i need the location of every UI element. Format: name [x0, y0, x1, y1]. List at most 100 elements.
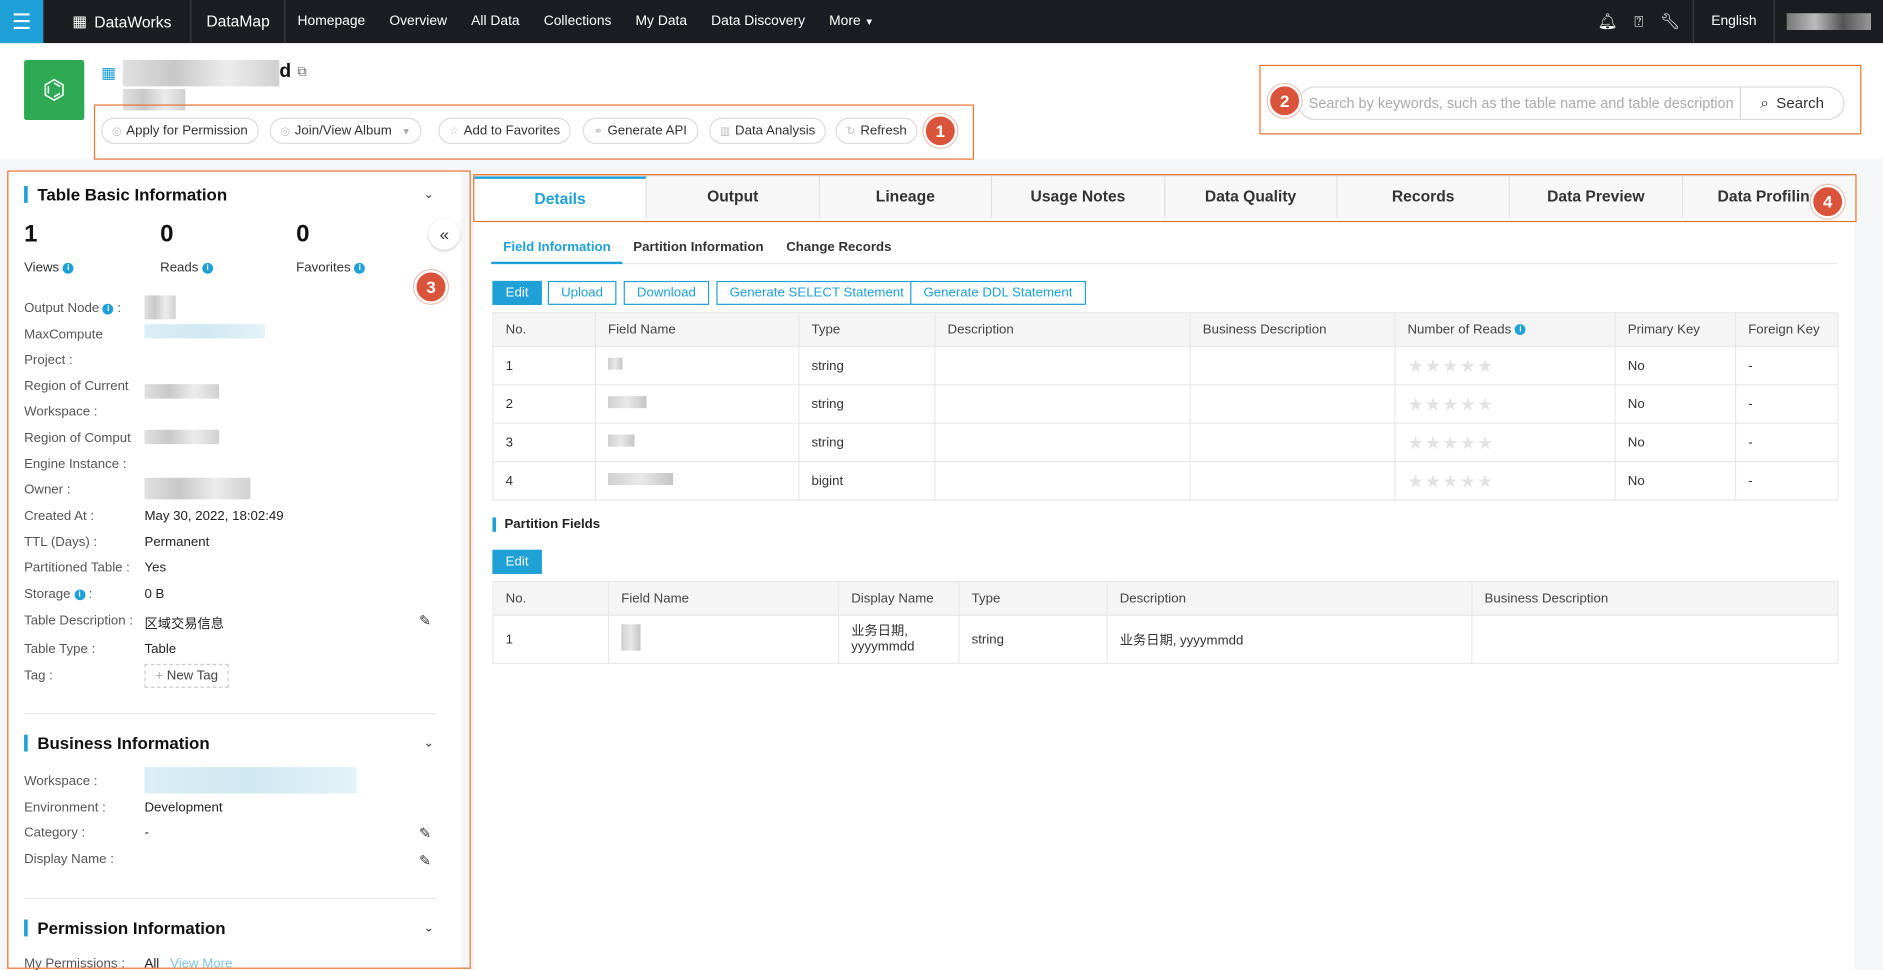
language-switch[interactable]: English [1693, 0, 1775, 44]
table-row[interactable]: 1 string ★★★★★ No - [492, 345, 1839, 386]
nav-my-data[interactable]: My Data [623, 0, 699, 43]
column-header: No. [492, 312, 596, 347]
field-name-cell [594, 460, 800, 501]
brand[interactable]: ▦ DataWorks [43, 0, 192, 44]
column-header: Business Description [1189, 312, 1396, 347]
business-description-cell [1471, 614, 1839, 664]
foreign-key-cell: - [1734, 384, 1839, 424]
subtab-underline [491, 262, 1838, 265]
reads-stars: ★★★★★ [1394, 384, 1616, 424]
type-cell: bigint [798, 460, 936, 501]
row-number: 2 [492, 384, 596, 424]
table-row[interactable]: 2 string ★★★★★ No - [492, 384, 1839, 424]
primary-key-cell: No [1614, 422, 1737, 463]
edit-fields-button[interactable]: Edit [492, 280, 542, 305]
column-header: Field Name [594, 312, 800, 347]
annotation-badge-4: 4 [1810, 184, 1845, 219]
upload-button[interactable]: Upload [547, 280, 617, 305]
highlight-box-tabs [473, 174, 1857, 223]
field-name-cell [608, 614, 840, 664]
column-header: Type [958, 581, 1108, 616]
field-name-blurred [608, 396, 647, 409]
row-number: 3 [492, 422, 596, 463]
field-name-blurred [621, 624, 641, 651]
nav-data-discovery[interactable]: Data Discovery [699, 0, 817, 43]
star-rating-icon: ★★★★★ [1407, 394, 1495, 415]
dataworks-logo-icon: ▦ [72, 12, 88, 31]
row-number: 1 [492, 614, 610, 664]
nav-more-label: More [829, 14, 861, 29]
reads-stars: ★★★★★ [1394, 460, 1616, 501]
foreign-key-cell: - [1734, 422, 1839, 463]
column-header: Foreign Key [1734, 312, 1839, 347]
table-name-blurred [122, 60, 280, 87]
details-content: Field Information Partition Information … [474, 218, 1855, 970]
primary-key-cell: No [1614, 345, 1737, 386]
primary-key-cell: No [1614, 460, 1737, 501]
subtab-field-information[interactable]: Field Information [491, 240, 623, 265]
description-cell [934, 345, 1191, 386]
wrench-icon[interactable]: 🔧︎ [1655, 12, 1686, 31]
star-rating-icon: ★★★★★ [1407, 355, 1495, 377]
display-name-cell: 业务日期, yyyymmdd [837, 614, 960, 664]
description-cell [934, 460, 1191, 501]
business-description-cell [1189, 422, 1396, 463]
type-cell: string [798, 345, 936, 386]
annotation-badge-3: 3 [414, 270, 448, 304]
table-row[interactable]: 4 bigint ★★★★★ No - [492, 460, 1839, 501]
help-icon[interactable]: ⍰ [1623, 12, 1654, 31]
table-grid-icon: ▦ [101, 63, 116, 82]
field-name-blurred [608, 434, 635, 447]
column-header: Field Name [608, 581, 840, 616]
highlight-box-actions [93, 104, 975, 160]
nav-more[interactable]: More ▼ [817, 0, 886, 43]
table-row[interactable]: 1 业务日期, yyyymmdd string 业务日期, yyyymmdd [492, 614, 1839, 664]
table-header-row: No. Field Name Display Name Type Descrip… [492, 581, 1839, 616]
nav-all-data[interactable]: All Data [459, 0, 532, 43]
download-button[interactable]: Download [623, 280, 710, 305]
type-cell: string [798, 384, 936, 424]
page: ☰ ▦ DataWorks DataMap Homepage Overview … [0, 0, 1883, 970]
business-description-cell [1189, 384, 1396, 424]
module-name[interactable]: DataMap [192, 0, 286, 44]
column-header: Number of Reads i [1394, 312, 1616, 347]
nav-collections[interactable]: Collections [532, 0, 624, 43]
column-header: No. [492, 581, 610, 616]
menu-icon[interactable]: ☰ [0, 0, 44, 44]
edit-partition-button[interactable]: Edit [492, 549, 542, 574]
avatar[interactable] [1786, 13, 1872, 31]
business-description-cell [1189, 345, 1396, 386]
table-name-suffix: d [279, 61, 292, 82]
description-cell [934, 384, 1191, 424]
partition-fields-heading: Partition Fields [492, 517, 600, 531]
nav-overview[interactable]: Overview [377, 0, 459, 43]
row-number: 1 [492, 345, 596, 386]
table-logo-icon: ⌬ [24, 60, 85, 121]
copy-icon[interactable]: ⧉ [297, 65, 306, 81]
nav-homepage[interactable]: Homepage [285, 0, 377, 43]
reads-stars: ★★★★★ [1394, 422, 1616, 463]
reads-column-label: Number of Reads [1407, 322, 1512, 337]
info-icon: i [1514, 324, 1526, 336]
table-row[interactable]: 3 string ★★★★★ No - [492, 422, 1839, 463]
type-cell: string [798, 422, 936, 463]
column-header: Primary Key [1614, 312, 1737, 347]
business-description-cell [1189, 460, 1396, 501]
bell-icon[interactable]: 🔔︎ [1592, 12, 1623, 31]
description-cell [934, 422, 1191, 463]
field-name-cell [594, 422, 800, 463]
column-header: Display Name [837, 581, 960, 616]
generate-select-button[interactable]: Generate SELECT Statement [716, 280, 918, 305]
annotation-badge-2: 2 [1267, 84, 1302, 118]
top-navbar: ☰ ▦ DataWorks DataMap Homepage Overview … [0, 0, 1883, 44]
subtab-partition-information[interactable]: Partition Information [633, 240, 763, 254]
field-name-blurred [608, 472, 674, 486]
highlight-box-search [1259, 64, 1862, 135]
type-cell: string [958, 614, 1108, 664]
foreign-key-cell: - [1734, 460, 1839, 501]
field-name-blurred [608, 357, 623, 370]
generate-ddl-button[interactable]: Generate DDL Statement [910, 280, 1086, 305]
subtab-change-records[interactable]: Change Records [786, 240, 891, 254]
description-cell: 业务日期, yyyymmdd [1106, 614, 1473, 664]
brand-name: DataWorks [94, 12, 172, 31]
